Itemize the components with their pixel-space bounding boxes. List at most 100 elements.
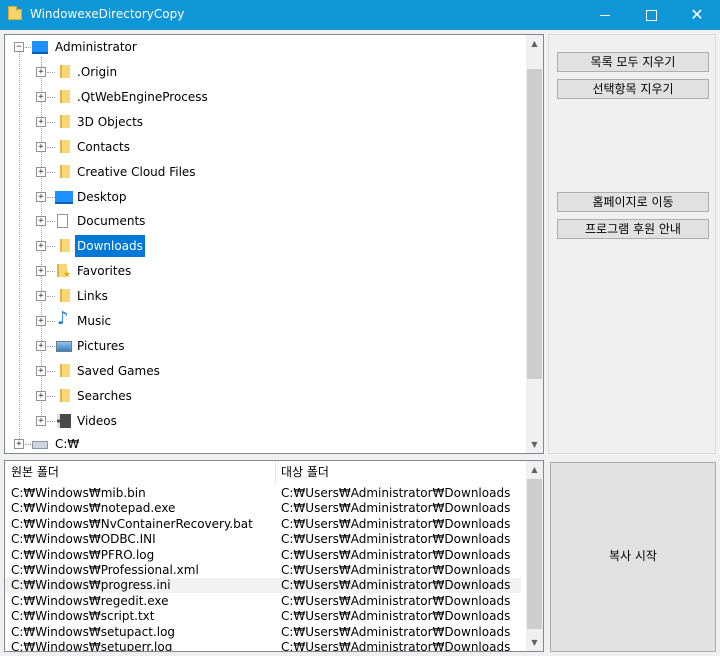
list-row[interactable]: C:₩Windows₩Professional.xml C:₩Users₩Admi… bbox=[5, 563, 521, 578]
expand-icon[interactable]: + bbox=[36, 141, 46, 152]
scroll-up-icon[interactable]: ▲ bbox=[526, 35, 543, 52]
maximize-button[interactable] bbox=[628, 0, 674, 30]
scroll-down-icon[interactable]: ▼ bbox=[526, 634, 543, 651]
source-path: C:₩Windows₩regedit.exe bbox=[11, 593, 169, 608]
tree-item[interactable]: + Documents bbox=[5, 210, 525, 232]
tree-connector bbox=[47, 296, 55, 298]
target-path: C:₩Users₩Administrator₩Downloads bbox=[281, 640, 511, 652]
expand-icon[interactable]: + bbox=[36, 415, 46, 426]
source-path: C:₩Windows₩notepad.exe bbox=[11, 501, 176, 516]
list-row[interactable]: C:₩Windows₩PFRO.log C:₩Users₩Administrato… bbox=[5, 548, 521, 563]
tree-item[interactable]: + .Origin bbox=[5, 61, 525, 83]
tree-item[interactable]: + Creative Cloud Files bbox=[5, 161, 525, 183]
tree-item[interactable]: + .QtWebEngineProcess bbox=[5, 86, 525, 108]
desktop-icon bbox=[55, 190, 73, 204]
tree-item[interactable]: + Saved Games bbox=[5, 360, 525, 382]
expand-icon[interactable]: + bbox=[36, 390, 46, 401]
target-path: C:₩Users₩Administrator₩Downloads bbox=[281, 516, 511, 531]
header-target[interactable]: 대상 폴더 bbox=[281, 461, 329, 483]
tree-scroll-thumb[interactable] bbox=[527, 69, 542, 379]
list-row[interactable]: C:₩Windows₩progress.ini C:₩Users₩Administ… bbox=[5, 578, 521, 594]
expand-icon[interactable]: + bbox=[36, 365, 46, 376]
documents-icon bbox=[57, 214, 68, 229]
source-path: C:₩Windows₩setuperr.log bbox=[11, 640, 173, 652]
tree-connector bbox=[47, 345, 55, 347]
expand-icon[interactable]: + bbox=[14, 439, 24, 449]
expand-icon[interactable]: + bbox=[36, 241, 46, 252]
minimize-button[interactable] bbox=[582, 0, 628, 30]
tree-item-label: Administrator bbox=[55, 40, 137, 54]
list-row[interactable]: C:₩Windows₩regedit.exe C:₩Users₩Administr… bbox=[5, 594, 521, 609]
copy-list[interactable]: 원본 폴더 대상 폴더 C:₩Windows₩mib.bin C:₩Users₩A… bbox=[4, 460, 544, 652]
homepage-button[interactable]: 홈페이지로 이동 bbox=[557, 192, 709, 212]
tree-connector bbox=[47, 96, 55, 98]
tree-item-label: .QtWebEngineProcess bbox=[77, 89, 208, 104]
folder-icon bbox=[60, 139, 70, 153]
expand-icon[interactable]: + bbox=[36, 340, 46, 351]
collapse-icon[interactable]: − bbox=[14, 42, 24, 52]
tree-item-label: Favorites bbox=[77, 264, 132, 279]
tree-connector bbox=[47, 121, 55, 123]
tree-item-drive-c[interactable]: + C:₩ bbox=[5, 433, 525, 453]
list-row[interactable]: C:₩Windows₩mib.bin C:₩Users₩Administrator… bbox=[5, 486, 521, 501]
tree-item-label: Videos bbox=[77, 413, 117, 428]
close-button[interactable]: ✕ bbox=[674, 0, 720, 30]
favorites-icon: ★ bbox=[57, 264, 71, 280]
scroll-down-icon[interactable]: ▼ bbox=[526, 436, 543, 453]
clear-all-button[interactable]: 목록 모두 지우기 bbox=[557, 52, 709, 72]
source-path: C:₩Windows₩PFRO.log bbox=[11, 547, 155, 562]
expand-icon[interactable]: + bbox=[36, 216, 46, 227]
tree-item[interactable]: + Videos bbox=[5, 410, 525, 432]
tree-connector bbox=[47, 171, 55, 173]
tree-item[interactable]: + ★ Favorites bbox=[5, 260, 525, 282]
tree-item[interactable]: + Searches bbox=[5, 385, 525, 407]
tree-connector bbox=[47, 146, 55, 148]
expand-icon[interactable]: + bbox=[36, 266, 46, 277]
tree-scrollbar[interactable]: ▲ ▼ bbox=[526, 35, 543, 453]
expand-icon[interactable]: + bbox=[36, 91, 46, 102]
tree-item[interactable]: + Links bbox=[5, 285, 525, 307]
action-panel: 목록 모두 지우기 선택항목 지우기 홈페이지로 이동 프로그램 후원 안내 bbox=[548, 34, 716, 454]
column-divider[interactable] bbox=[275, 461, 276, 483]
tree-item[interactable]: +3D Objects bbox=[5, 111, 525, 133]
minimize-icon bbox=[600, 15, 610, 16]
expand-icon[interactable]: + bbox=[36, 291, 46, 302]
tree-item[interactable]: + Contacts bbox=[5, 136, 525, 158]
list-row[interactable]: C:₩Windows₩setupact.log C:₩Users₩Administ… bbox=[5, 625, 521, 640]
expand-icon[interactable]: + bbox=[36, 67, 46, 77]
source-path: C:₩Windows₩Professional.xml bbox=[11, 563, 199, 577]
scroll-up-icon[interactable]: ▲ bbox=[526, 461, 543, 478]
list-scroll-thumb[interactable] bbox=[527, 479, 542, 629]
folder-tree[interactable]: − Administrator + .Origin + .QtWebEnginePro… bbox=[4, 34, 544, 454]
list-row[interactable]: C:₩Windows₩script.txt C:₩Users₩Administra… bbox=[5, 609, 521, 624]
folder-icon bbox=[60, 164, 70, 178]
tree-item-administrator[interactable]: − Administrator bbox=[5, 36, 525, 58]
start-copy-button[interactable]: 복사 시작 bbox=[550, 462, 716, 652]
source-path: C:₩Windows₩mib.bin bbox=[11, 486, 146, 500]
list-row[interactable]: C:₩Windows₩NvContainerRecovery.bat C:₩Use… bbox=[5, 517, 521, 532]
app-folder-icon bbox=[8, 6, 22, 20]
tree-item[interactable]: + Downloads bbox=[5, 235, 525, 258]
list-row[interactable]: C:₩Windows₩notepad.exe C:₩Users₩Administr… bbox=[5, 501, 521, 516]
tree-item-label: Links bbox=[77, 289, 108, 304]
expand-icon[interactable]: + bbox=[36, 116, 46, 127]
tree-item[interactable]: + Pictures bbox=[5, 335, 525, 357]
support-button[interactable]: 프로그램 후원 안내 bbox=[557, 219, 709, 239]
tree-item-label: Pictures bbox=[77, 338, 125, 353]
target-path: C:₩Users₩Administrator₩Downloads bbox=[281, 578, 511, 593]
list-scrollbar[interactable]: ▲ ▼ bbox=[526, 461, 543, 651]
tree-item-label: Saved Games bbox=[77, 363, 160, 378]
target-path: C:₩Users₩Administrator₩Downloads bbox=[281, 532, 511, 547]
clear-selected-button[interactable]: 선택항목 지우기 bbox=[557, 79, 709, 99]
list-row[interactable]: C:₩Windows₩ODBC.INI C:₩Users₩Administrato… bbox=[5, 532, 521, 547]
list-row[interactable]: C:₩Windows₩setuperr.log C:₩Users₩Administ… bbox=[5, 640, 521, 652]
source-path: C:₩Windows₩ODBC.INI bbox=[11, 532, 156, 547]
expand-icon[interactable]: + bbox=[36, 166, 46, 177]
expand-icon[interactable]: + bbox=[36, 316, 46, 326]
folder-icon bbox=[60, 89, 70, 103]
header-source[interactable]: 원본 폴더 bbox=[11, 461, 59, 483]
tree-item[interactable]: + ♪ Music bbox=[5, 310, 525, 332]
expand-icon[interactable]: + bbox=[36, 191, 46, 202]
tree-item-label: Music bbox=[77, 314, 112, 328]
tree-item[interactable]: + Desktop bbox=[5, 186, 525, 208]
